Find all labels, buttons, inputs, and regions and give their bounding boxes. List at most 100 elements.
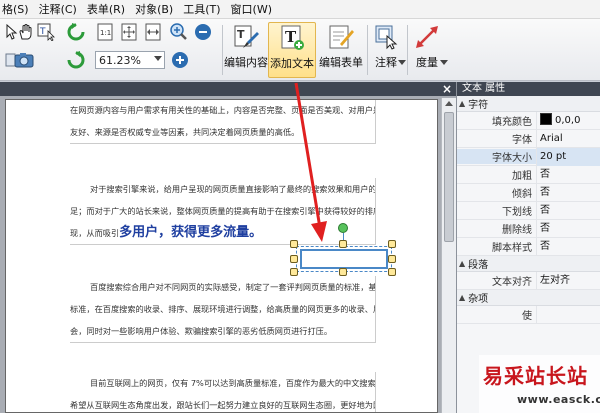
paragraph-1[interactable]: 在网页源内容与用户需求有用关性的基础上，内容是否完整、页面是否美观、对用户是否 … (70, 100, 376, 144)
toolbar-separator (407, 25, 408, 75)
rotate-handle[interactable] (338, 223, 348, 233)
rotate-cw-icon[interactable] (66, 50, 86, 70)
resize-handle[interactable] (290, 240, 298, 248)
paragraph-line: 标准，在百度搜索的收录、排序、展现环境进行调整，给高质量的网页更多的收录、展现机 (70, 304, 376, 314)
section-label: 段落 (468, 260, 489, 271)
menu-tools[interactable]: 工具(T) (183, 1, 230, 17)
fit-width-icon[interactable] (143, 22, 163, 42)
resize-handle[interactable] (388, 240, 396, 248)
document-header: × (0, 82, 456, 96)
add-text-button[interactable]: T 添加文本 (268, 22, 316, 78)
resize-handle[interactable] (290, 255, 298, 263)
edit-form-button[interactable]: 编辑表单 (318, 22, 364, 78)
svg-text:1:1: 1:1 (100, 29, 111, 37)
measure-label: 度量 (416, 56, 438, 69)
collapse-icon: ▲ (459, 259, 466, 268)
paragraph-3[interactable]: 百度搜索综合用户对不同网页的实际感受，制定了一套评判网页质量的标准，基于这个 标… (70, 276, 376, 343)
edit-form-icon (327, 23, 355, 51)
snapshot-icon[interactable] (14, 50, 34, 70)
resize-handle[interactable] (290, 268, 298, 276)
resize-handle[interactable] (339, 240, 347, 248)
prop-value: 否 (536, 201, 600, 220)
zoom-out-icon[interactable] (193, 22, 213, 42)
annotate-icon (372, 23, 400, 51)
prop-value: 否 (536, 165, 600, 184)
hand-tool-icon[interactable] (16, 22, 36, 42)
prop-value: 否 (536, 183, 600, 202)
paragraph-line: 目前互联网上的网页，仅有 7%可以达到高质量标准，百度作为最大的中文搜索引擎， (90, 378, 376, 388)
zoom-in-icon[interactable] (169, 22, 189, 42)
paragraph-4[interactable]: 目前互联网上的网页，仅有 7%可以达到高质量标准，百度作为最大的中文搜索引擎， … (70, 372, 376, 412)
prop-text-align[interactable]: 文本对齐 左对齐 (457, 271, 600, 290)
rotate-ccw-icon[interactable] (66, 22, 86, 42)
resize-handle[interactable] (339, 268, 347, 276)
close-icon[interactable]: × (442, 82, 452, 96)
prop-italic[interactable]: 倾斜 否 (457, 183, 600, 202)
fit-page-icon[interactable] (119, 22, 139, 42)
toolbar-separator (367, 25, 368, 75)
prop-label: 下划线 (502, 207, 532, 218)
resize-handle[interactable] (388, 268, 396, 276)
toolbar-separator (222, 25, 223, 75)
watermark-brand: 易采站长站 (483, 364, 588, 388)
paragraph-line: 对于搜索引擎来说，给用户呈现的网页质量直接影响了最终的搜索效果和用户的需求满 (90, 184, 376, 194)
paragraph-line: 希望从互联网生态角度出发，跟站长们一起努力建立良好的互联网生态圈，更好地为网民服 (70, 400, 376, 410)
section-misc[interactable]: ▲ 杂项 (457, 290, 600, 306)
prop-font[interactable]: 字体 Arial (457, 129, 600, 148)
section-paragraph[interactable]: ▲ 段落 (457, 256, 600, 272)
svg-text:T: T (39, 27, 46, 37)
prop-value (536, 305, 600, 324)
resize-handle[interactable] (388, 255, 396, 263)
menu-window[interactable]: 窗口(W) (231, 1, 282, 17)
watermark-url: www.easck.com (517, 393, 600, 406)
edit-content-label: 编辑内容 (224, 56, 268, 69)
prop-value: 0,0,0 (555, 114, 581, 126)
chevron-down-icon[interactable] (440, 53, 448, 73)
svg-text:T: T (237, 28, 245, 41)
collapse-icon: ▲ (459, 293, 466, 302)
prop-label: 脚本样式 (492, 243, 532, 254)
add-text-label: 添加文本 (270, 57, 314, 70)
menu-format[interactable]: 格(S) (0, 1, 39, 17)
zoom-select[interactable]: 61.23% (95, 51, 165, 69)
highlight-text: 多用户，获得更多流量。 (119, 225, 263, 240)
section-character[interactable]: ▲ 字符 (457, 96, 600, 112)
select-text-icon[interactable]: T (37, 22, 57, 42)
new-text-box[interactable] (300, 249, 388, 269)
annotate-label: 注释 (375, 56, 397, 69)
measure-button[interactable]: 度量 (410, 22, 444, 78)
prop-fill-color[interactable]: 填充颜色 0,0,0 (457, 111, 600, 130)
prop-label: 倾斜 (512, 189, 532, 200)
prop-font-size[interactable]: 字体大小 20 pt (457, 147, 600, 166)
paragraph-line: 现，从而吸引 (70, 228, 120, 238)
prop-value: Arial (536, 129, 600, 148)
paragraph-line: 足；而对于广大的站长来说，整体网页质量的提高有助于在搜索引擎中获得较好的排序和展 (70, 206, 376, 216)
prop-label: 填充颜色 (492, 117, 532, 128)
prop-label: 字体 (512, 135, 532, 146)
prop-script-style[interactable]: 脚本样式 否 (457, 237, 600, 256)
menu-comment[interactable]: 注释(C) (39, 1, 87, 17)
prop-label: 字体大小 (457, 149, 536, 164)
zoom-plus-icon[interactable] (170, 50, 190, 70)
menu-form[interactable]: 表单(R) (87, 1, 135, 17)
prop-value: 否 (536, 219, 600, 238)
measure-icon (413, 23, 441, 51)
prop-strikethrough[interactable]: 删除线 否 (457, 219, 600, 238)
prop-label: 文本对齐 (492, 277, 532, 288)
menu-object[interactable]: 对象(B) (135, 1, 183, 17)
scrollbar-thumb[interactable] (444, 112, 454, 242)
edit-content-icon: T (232, 23, 260, 51)
paragraph-line: 百度搜索综合用户对不同网页的实际感受，制定了一套评判网页质量的标准，基于这个 (90, 282, 376, 292)
chevron-down-icon (154, 56, 162, 61)
prop-underline[interactable]: 下划线 否 (457, 201, 600, 220)
actual-size-icon[interactable]: 1:1 (95, 22, 115, 42)
prop-bold[interactable]: 加粗 否 (457, 165, 600, 184)
section-label: 字符 (468, 100, 489, 111)
paragraph-2[interactable]: 对于搜索引擎来说，给用户呈现的网页质量直接影响了最终的搜索效果和用户的需求满 足… (70, 178, 376, 245)
scroll-up-icon[interactable] (445, 101, 453, 106)
chevron-down-icon[interactable] (398, 53, 406, 73)
vertical-scrollbar[interactable] (441, 98, 456, 413)
prop-value: 否 (536, 237, 600, 256)
edit-content-button[interactable]: T 编辑内容 (224, 22, 268, 78)
prop-misc-row[interactable]: 使 (457, 305, 600, 324)
